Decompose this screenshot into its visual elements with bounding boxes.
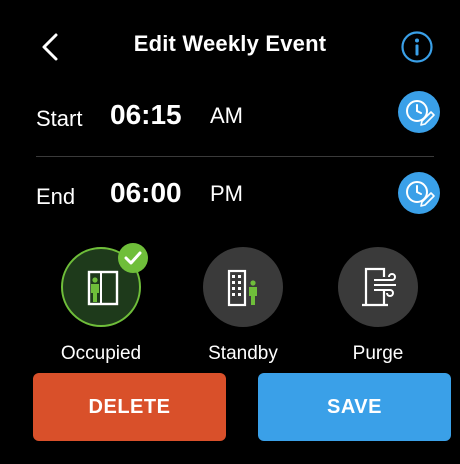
info-icon <box>401 31 433 63</box>
page-title: Edit Weekly Event <box>133 31 327 56</box>
info-button[interactable] <box>400 30 434 64</box>
start-ampm: AM <box>210 103 243 128</box>
delete-button[interactable]: DELETE <box>33 373 226 441</box>
standby-mode-circle <box>203 247 283 327</box>
row-divider <box>36 156 434 157</box>
mode-purge[interactable]: Purge <box>333 247 423 365</box>
start-time: 06:15 <box>110 99 182 130</box>
edit-weekly-event-screen: Edit Weekly Event Start 06:15 AM End 06:… <box>0 0 460 464</box>
edit-start-time-button[interactable] <box>398 91 440 133</box>
mode-label-occupied: Occupied <box>60 343 142 364</box>
selected-check-badge <box>118 243 148 273</box>
mode-standby[interactable]: Standby <box>198 247 288 365</box>
purge-mode-circle <box>338 247 418 327</box>
end-ampm: PM <box>210 181 243 206</box>
edit-end-time-button[interactable] <box>398 172 440 214</box>
end-label: End <box>36 184 76 209</box>
standby-icon <box>227 269 257 307</box>
occupied-mode-circle <box>61 243 148 327</box>
mode-label-purge: Purge <box>352 343 404 364</box>
purge-icon <box>362 267 396 307</box>
mode-label-standby: Standby <box>208 343 278 364</box>
clock-edit-icon <box>406 181 435 207</box>
save-button[interactable]: SAVE <box>258 373 451 441</box>
start-label: Start <box>36 106 83 131</box>
end-time: 06:00 <box>110 177 182 208</box>
mode-occupied[interactable]: Occupied <box>56 243 148 365</box>
clock-edit-icon <box>406 100 435 126</box>
check-icon <box>124 251 142 265</box>
